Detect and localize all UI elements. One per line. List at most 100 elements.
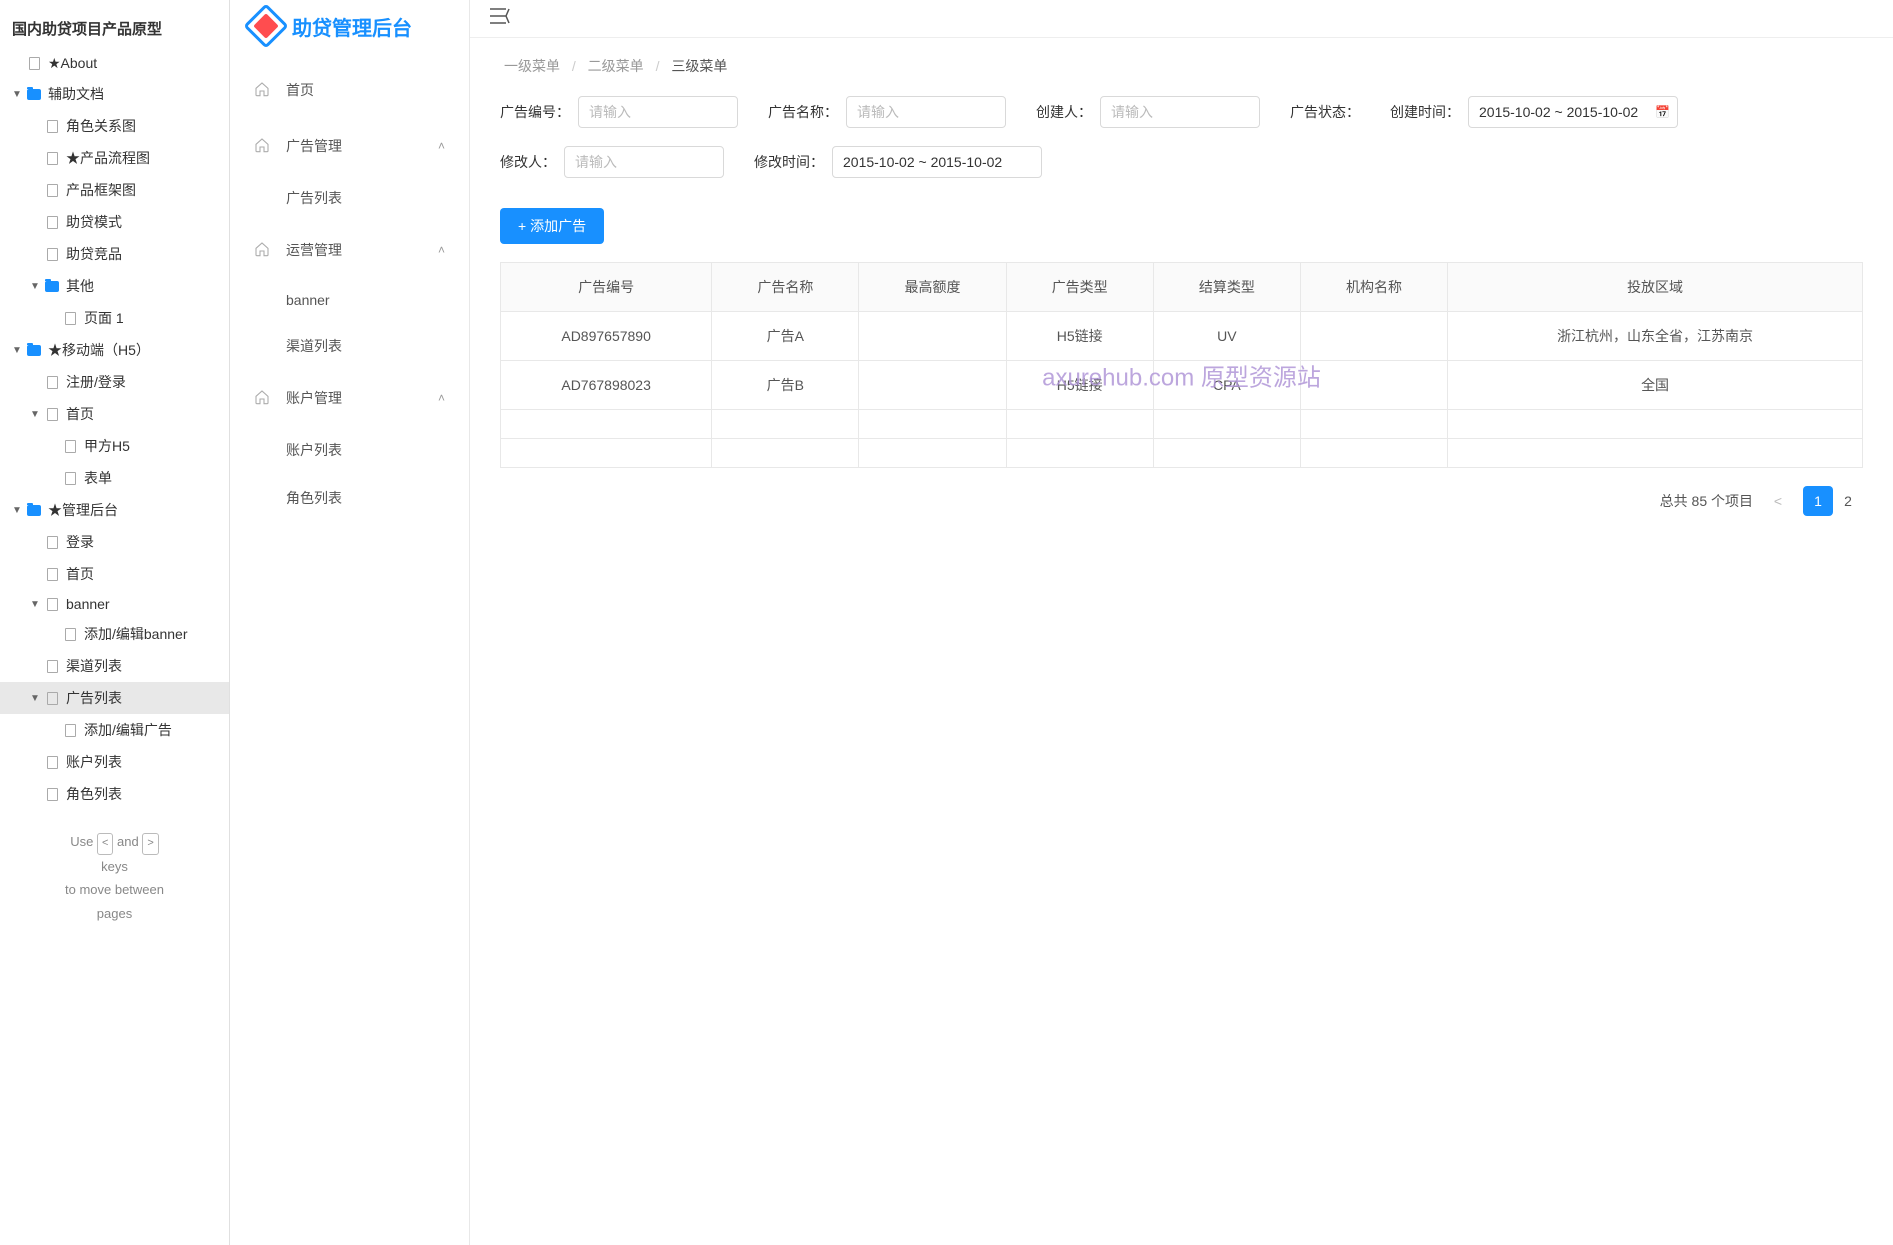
tree-node-page[interactable]: ★About bbox=[0, 49, 229, 78]
tree-node-page[interactable]: 渠道列表 bbox=[0, 650, 229, 682]
nav-sub-item[interactable]: 广告列表 bbox=[230, 174, 469, 222]
prev-page-button[interactable]: < bbox=[1763, 486, 1793, 516]
creator-input[interactable] bbox=[1100, 96, 1260, 128]
tree-node-label: 甲方H5 bbox=[84, 436, 229, 456]
tree-node-folder[interactable]: ▼辅助文档 bbox=[0, 78, 229, 110]
modifier-input[interactable] bbox=[564, 146, 724, 178]
table-cell bbox=[1448, 439, 1863, 468]
tree-node-label: ★管理后台 bbox=[48, 500, 229, 520]
tree-node-folder[interactable]: ▼其他 bbox=[0, 270, 229, 302]
page-icon bbox=[44, 566, 60, 582]
house-icon bbox=[254, 241, 272, 260]
ad-name-input[interactable] bbox=[846, 96, 1006, 128]
pagination: 总共 85 个项目 < 12 bbox=[500, 468, 1863, 534]
tree-node-page[interactable]: ★产品流程图 bbox=[0, 142, 229, 174]
tree-node-page[interactable]: 添加/编辑banner bbox=[0, 618, 229, 650]
table-row[interactable] bbox=[501, 410, 1863, 439]
ad-id-input[interactable] bbox=[578, 96, 738, 128]
table-cell: H5链接 bbox=[1006, 361, 1153, 410]
page-icon bbox=[62, 438, 78, 454]
chevron-up-icon: ˄ bbox=[438, 139, 445, 153]
nav-sub-item[interactable]: banner bbox=[230, 278, 469, 322]
folder-icon bbox=[26, 502, 42, 518]
tree-node-page[interactable]: 页面 1 bbox=[0, 302, 229, 334]
breadcrumb-item[interactable]: 二级菜单 bbox=[588, 58, 644, 74]
table-cell bbox=[859, 410, 1006, 439]
chevron-up-icon: ˄ bbox=[438, 243, 445, 257]
nav-sub-item[interactable]: 渠道列表 bbox=[230, 322, 469, 370]
table-cell: UV bbox=[1153, 312, 1300, 361]
page-icon bbox=[44, 150, 60, 166]
tree-node-page[interactable]: 账户列表 bbox=[0, 746, 229, 778]
tree-node-page[interactable]: ▼banner bbox=[0, 590, 229, 618]
tree-node-page[interactable]: ▼广告列表 bbox=[0, 682, 229, 714]
nav-item[interactable]: 运营管理 ˄ bbox=[230, 222, 469, 278]
table-cell bbox=[501, 439, 712, 468]
filter-label-ad-status: 广告状态： bbox=[1290, 102, 1360, 122]
table-header: 广告类型 bbox=[1006, 263, 1153, 312]
table-cell bbox=[712, 410, 859, 439]
tree-node-page[interactable]: 注册/登录 bbox=[0, 366, 229, 398]
main-content: 一级菜单 / 二级菜单 / 三级菜单 广告编号： 广告名称： 创建人： 广告状态… bbox=[470, 0, 1893, 1245]
create-time-input[interactable] bbox=[1468, 96, 1678, 128]
tree-node-page[interactable]: 甲方H5 bbox=[0, 430, 229, 462]
nav-item-label: 广告管理 bbox=[286, 136, 342, 156]
logo-icon bbox=[243, 3, 288, 48]
nav-sub-item[interactable]: 角色列表 bbox=[230, 474, 469, 522]
modify-time-input[interactable] bbox=[832, 146, 1042, 178]
tree-node-page[interactable]: 助贷竞品 bbox=[0, 238, 229, 270]
tree-node-page[interactable]: 产品框架图 bbox=[0, 174, 229, 206]
page-number-button[interactable]: 1 bbox=[1803, 486, 1833, 516]
menu-toggle-icon[interactable] bbox=[490, 8, 510, 29]
page-icon bbox=[44, 596, 60, 612]
chevron-up-icon: ˄ bbox=[438, 391, 445, 405]
filter-bar: 广告编号： 广告名称： 创建人： 广告状态： 创建时间： 📅 bbox=[470, 86, 1893, 188]
right-key-icon: > bbox=[142, 833, 158, 855]
app-logo[interactable]: 助贷管理后台 bbox=[230, 0, 469, 62]
nav-sub-item[interactable]: 账户列表 bbox=[230, 426, 469, 474]
page-number-button[interactable]: 2 bbox=[1833, 486, 1863, 516]
table-cell: H5链接 bbox=[1006, 312, 1153, 361]
table-row[interactable] bbox=[501, 439, 1863, 468]
tree-node-page[interactable]: 助贷模式 bbox=[0, 206, 229, 238]
tree-node-label: ★产品流程图 bbox=[66, 148, 229, 168]
nav-item[interactable]: 账户管理˄ bbox=[230, 370, 469, 426]
page-icon bbox=[44, 406, 60, 422]
table-header: 投放区域 bbox=[1448, 263, 1863, 312]
table-cell bbox=[859, 361, 1006, 410]
table-row[interactable]: AD897657890广告AH5链接UV浙江杭州，山东全省，江苏南京 bbox=[501, 312, 1863, 361]
page-icon bbox=[44, 658, 60, 674]
tree-node-page[interactable]: 首页 bbox=[0, 558, 229, 590]
nav-item[interactable]: 首页 bbox=[230, 62, 469, 118]
tree-node-label: 辅助文档 bbox=[48, 84, 229, 104]
add-ad-button[interactable]: + 添加广告 bbox=[500, 208, 604, 244]
tree-node-page[interactable]: 角色关系图 bbox=[0, 110, 229, 142]
tree-caret-icon: ▼ bbox=[30, 693, 44, 704]
page-icon bbox=[62, 626, 78, 642]
nav-item-label: 运营管理 bbox=[286, 240, 342, 260]
breadcrumb-item[interactable]: 一级菜单 bbox=[504, 58, 560, 74]
table-cell: 全国 bbox=[1448, 361, 1863, 410]
tree-node-page[interactable]: ▼首页 bbox=[0, 398, 229, 430]
folder-icon bbox=[26, 86, 42, 102]
tree-node-page[interactable]: 表单 bbox=[0, 462, 229, 494]
tree-node-label: 助贷模式 bbox=[66, 212, 229, 232]
table-cell: 广告A bbox=[712, 312, 859, 361]
house-icon bbox=[254, 81, 272, 100]
tree-node-folder[interactable]: ▼★移动端（H5） bbox=[0, 334, 229, 366]
tree-node-page[interactable]: 登录 bbox=[0, 526, 229, 558]
tree-node-page[interactable]: 添加/编辑广告 bbox=[0, 714, 229, 746]
table-row[interactable]: AD767898023广告BH5链接CPA全国 bbox=[501, 361, 1863, 410]
tree-node-label: 角色列表 bbox=[66, 784, 229, 804]
house-icon bbox=[254, 389, 272, 408]
page-icon bbox=[44, 754, 60, 770]
tree-node-label: 角色关系图 bbox=[66, 116, 229, 136]
tree-caret-icon: ▼ bbox=[12, 505, 26, 516]
tree-node-page[interactable]: 角色列表 bbox=[0, 778, 229, 810]
tree-node-folder[interactable]: ▼ ★管理后台 bbox=[0, 494, 229, 526]
nav-item[interactable]: 广告管理 ˄ bbox=[230, 118, 469, 174]
page-icon bbox=[44, 690, 60, 706]
calendar-icon: 📅 bbox=[1655, 105, 1670, 119]
nav-item-label: 首页 bbox=[286, 80, 314, 100]
tree-caret-icon: ▼ bbox=[30, 281, 44, 292]
